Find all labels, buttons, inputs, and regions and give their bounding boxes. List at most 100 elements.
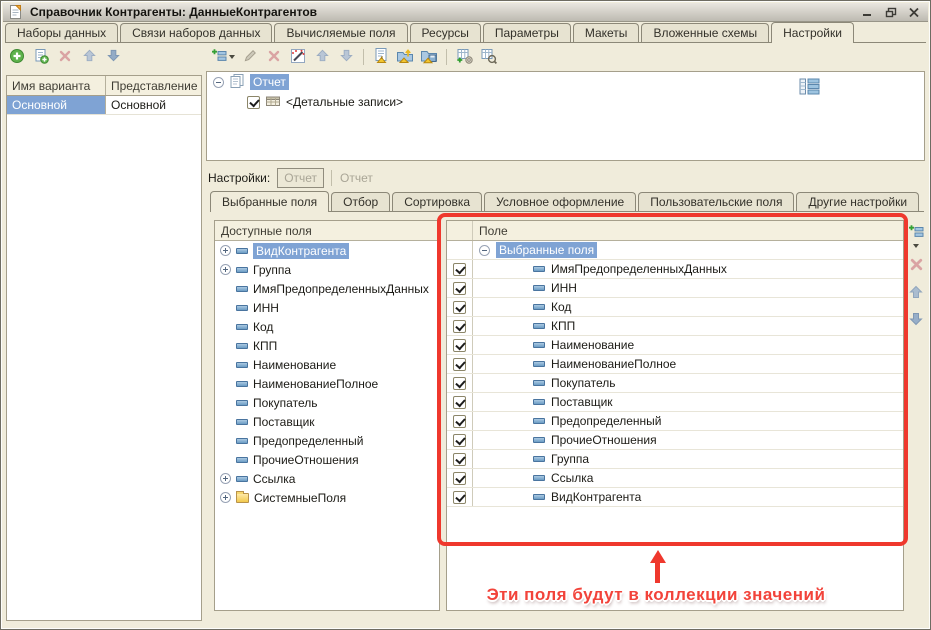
checkbox-icon[interactable] xyxy=(453,263,466,276)
expander-icon[interactable] xyxy=(220,473,231,484)
tree-report-label: Отчет xyxy=(250,74,289,90)
selected-field-row[interactable]: Код xyxy=(447,298,903,317)
available-fields-header: Доступные поля xyxy=(215,221,439,241)
field-row[interactable]: Ссылка xyxy=(215,469,439,488)
tab-templates[interactable]: Макеты xyxy=(573,23,640,42)
restore-icon[interactable] xyxy=(882,5,899,20)
field-row[interactable]: Поставщик xyxy=(215,412,439,431)
wizard-wand-icon xyxy=(290,48,306,67)
selected-field-row[interactable]: ВидКонтрагента xyxy=(447,488,903,507)
tab-filter[interactable]: Отбор xyxy=(331,192,390,211)
field-label: ИмяПредопределенныхДанных xyxy=(551,262,727,276)
tab-data-set-links[interactable]: Связи наборов данных xyxy=(120,23,272,42)
delete-node-button[interactable] xyxy=(264,47,284,67)
checkbox-icon[interactable] xyxy=(453,320,466,333)
selected-field-row[interactable]: КПП xyxy=(447,317,903,336)
add-field-button[interactable] xyxy=(906,223,926,249)
move-variant-up-button[interactable] xyxy=(79,47,99,67)
move-variant-down-button[interactable] xyxy=(103,47,123,67)
checkbox-icon[interactable] xyxy=(453,301,466,314)
field-row[interactable]: КПП xyxy=(215,336,439,355)
checkbox-icon[interactable] xyxy=(247,96,260,109)
expander-icon[interactable] xyxy=(479,245,490,256)
selected-field-row[interactable]: ПрочиеОтношения xyxy=(447,431,903,450)
field-label: Покупатель xyxy=(551,376,615,390)
selected-field-row[interactable]: ИНН xyxy=(447,279,903,298)
close-icon[interactable] xyxy=(905,5,922,20)
field-row[interactable]: Наименование xyxy=(215,355,439,374)
field-row[interactable]: НаименованиеПолное xyxy=(215,374,439,393)
tab-calculated-fields[interactable]: Вычисляемые поля xyxy=(274,23,407,42)
minimize-icon[interactable] xyxy=(859,5,876,20)
checkbox-icon[interactable] xyxy=(453,453,466,466)
field-row[interactable]: ИНН xyxy=(215,298,439,317)
field-row[interactable]: ПрочиеОтношения xyxy=(215,450,439,469)
chevron-down-icon xyxy=(229,55,235,59)
save-variant-button[interactable] xyxy=(419,47,439,67)
expander-icon[interactable] xyxy=(213,77,224,88)
expander-icon[interactable] xyxy=(220,245,231,256)
field-label: ИНН xyxy=(551,281,577,295)
tab-parameters[interactable]: Параметры xyxy=(483,23,571,42)
checkbox-icon[interactable] xyxy=(453,415,466,428)
composition-settings-button[interactable] xyxy=(454,47,474,67)
add-variant-button[interactable] xyxy=(7,47,27,67)
delete-variant-button[interactable] xyxy=(55,47,75,67)
tab-selected-fields[interactable]: Выбранные поля xyxy=(210,191,329,212)
checkbox-icon[interactable] xyxy=(453,339,466,352)
checkbox-icon[interactable] xyxy=(453,396,466,409)
checkbox-icon[interactable] xyxy=(453,491,466,504)
composition-view-button[interactable] xyxy=(478,47,498,67)
move-node-up-button[interactable] xyxy=(312,47,332,67)
checkbox-icon[interactable] xyxy=(453,358,466,371)
delete-field-button[interactable] xyxy=(906,256,926,276)
tab-user-fields[interactable]: Пользовательские поля xyxy=(638,192,794,211)
checkbox-icon[interactable] xyxy=(453,377,466,390)
field-row[interactable]: Группа xyxy=(215,260,439,279)
checkbox-icon[interactable] xyxy=(453,282,466,295)
field-row[interactable]: Код xyxy=(215,317,439,336)
checkbox-icon[interactable] xyxy=(453,472,466,485)
expander-icon[interactable] xyxy=(220,264,231,275)
move-node-down-button[interactable] xyxy=(336,47,356,67)
selected-field-row[interactable]: Ссылка xyxy=(447,469,903,488)
move-field-down-button[interactable] xyxy=(906,310,926,330)
load-variant-button[interactable] xyxy=(395,47,415,67)
selected-field-row[interactable]: Покупатель xyxy=(447,374,903,393)
field-row[interactable]: ИмяПредопределенныхДанных xyxy=(215,279,439,298)
move-field-up-button[interactable] xyxy=(906,283,926,303)
restore-settings-button[interactable] xyxy=(371,47,391,67)
copy-variant-button[interactable] xyxy=(31,47,51,67)
tab-data-sets[interactable]: Наборы данных xyxy=(5,23,118,42)
tab-conditional-appearance[interactable]: Условное оформление xyxy=(484,192,636,211)
selected-field-row[interactable]: ИмяПредопределенныхДанных xyxy=(447,260,903,279)
checkbox-icon[interactable] xyxy=(453,434,466,447)
field-row[interactable]: ВидКонтрагента xyxy=(215,241,439,260)
expander-icon[interactable] xyxy=(220,492,231,503)
edit-node-button[interactable] xyxy=(240,47,260,67)
detail-records-icon xyxy=(265,94,281,111)
settings-tabs: Выбранные поля Отбор Сортировка Условное… xyxy=(210,191,924,212)
variant-row[interactable]: Основной Основной xyxy=(7,96,201,115)
field-row[interactable]: Покупатель xyxy=(215,393,439,412)
settings-wizard-button[interactable] xyxy=(288,47,308,67)
selected-field-row[interactable]: Предопределенный xyxy=(447,412,903,431)
selected-field-row[interactable]: Поставщик xyxy=(447,393,903,412)
tab-resources[interactable]: Ресурсы xyxy=(410,23,481,42)
field-row[interactable]: СистемныеПоля xyxy=(215,488,439,507)
field-label: ПрочиеОтношения xyxy=(551,433,657,447)
selected-field-row[interactable]: НаименованиеПолное xyxy=(447,355,903,374)
field-label: Поставщик xyxy=(253,415,315,429)
settings-variant-button[interactable]: Отчет xyxy=(277,168,324,188)
tab-nested-schemas[interactable]: Вложенные схемы xyxy=(641,23,769,42)
field-row[interactable]: Предопределенный xyxy=(215,431,439,450)
add-node-button[interactable] xyxy=(209,47,236,67)
tab-settings[interactable]: Настройки xyxy=(771,22,854,43)
tab-other-settings[interactable]: Другие настройки xyxy=(796,192,919,211)
selected-field-row[interactable]: Группа xyxy=(447,450,903,469)
selected-fields-group-row[interactable]: Выбранные поля xyxy=(447,241,903,260)
tab-sorting[interactable]: Сортировка xyxy=(392,192,482,211)
selected-field-row[interactable]: Наименование xyxy=(447,336,903,355)
selected-fields-toolbar xyxy=(904,223,928,330)
field-icon xyxy=(236,324,248,330)
